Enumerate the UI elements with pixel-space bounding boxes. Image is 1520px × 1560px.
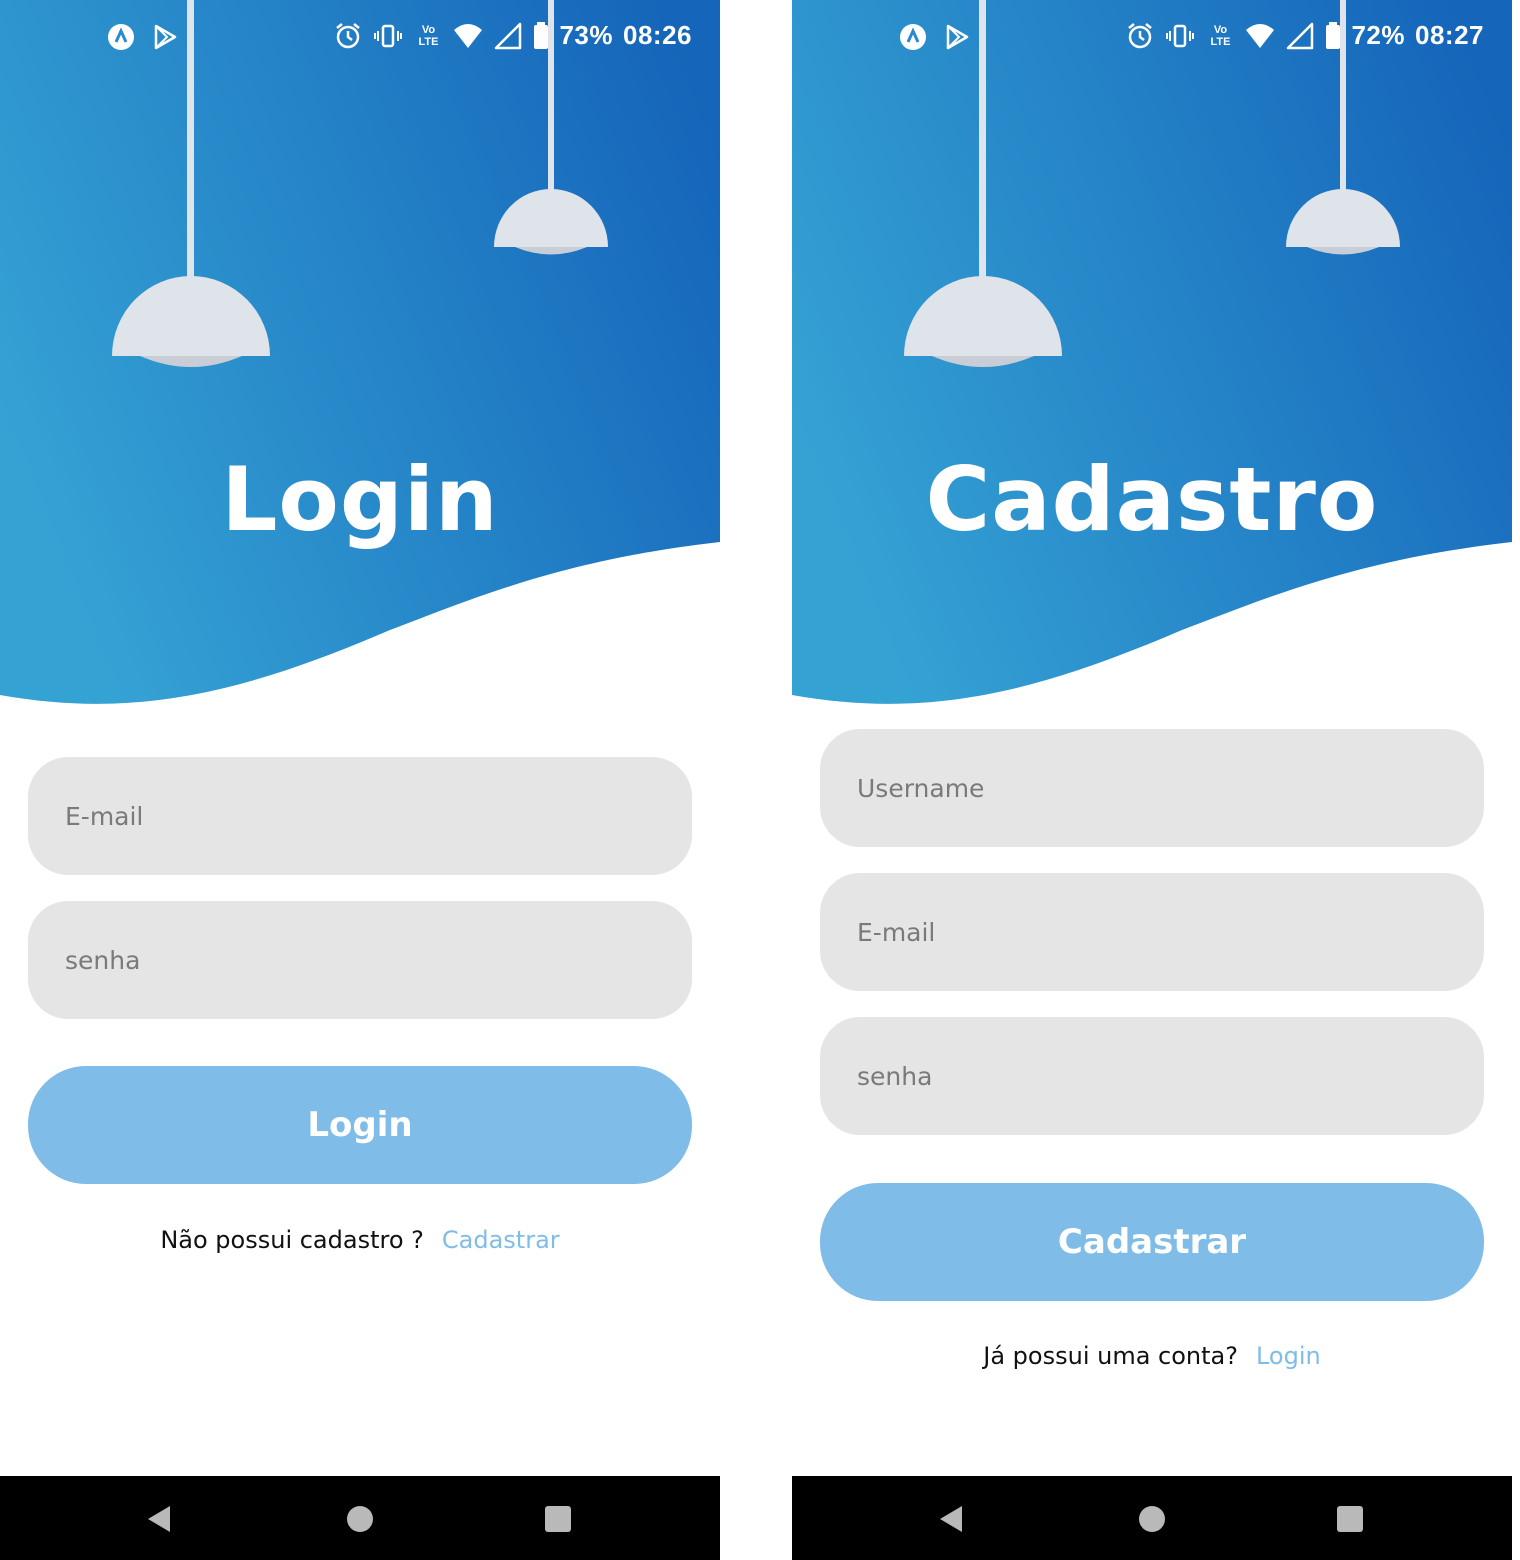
- hero-background: [792, 0, 1512, 704]
- login-prompt-text: Já possui uma conta?: [983, 1342, 1238, 1370]
- home-icon[interactable]: [1135, 1502, 1169, 1536]
- app-a-icon: [900, 24, 926, 50]
- signal-icon: [495, 22, 522, 49]
- battery-percentage: 72%: [1351, 20, 1405, 50]
- password-field[interactable]: [28, 900, 692, 1020]
- hero-background: [0, 0, 720, 704]
- volte-icon: Vo LTE: [1210, 23, 1231, 48]
- back-icon[interactable]: [142, 1502, 176, 1536]
- volte-icon: Vo LTE: [418, 23, 439, 48]
- back-icon[interactable]: [934, 1502, 968, 1536]
- play-store-icon: [154, 24, 177, 50]
- register-screen: VoLTE 72% 08:27 Cadastro Cadastrar Já po…: [792, 0, 1512, 1560]
- email-field[interactable]: [820, 872, 1484, 992]
- email-field[interactable]: [28, 756, 692, 876]
- navigation-bar: [0, 1476, 720, 1560]
- clock: 08:26: [623, 20, 692, 50]
- alarm-icon: [1128, 22, 1153, 48]
- login-link[interactable]: Login: [1256, 1342, 1321, 1370]
- recents-icon[interactable]: [1333, 1502, 1367, 1536]
- username-input[interactable]: [855, 728, 1484, 848]
- recents-icon[interactable]: [541, 1502, 575, 1536]
- signup-prompt-text: Não possui cadastro ?: [160, 1226, 424, 1254]
- play-store-icon: [946, 24, 969, 50]
- home-icon[interactable]: [343, 1502, 377, 1536]
- email-input[interactable]: [63, 756, 692, 876]
- password-field[interactable]: [820, 1016, 1484, 1136]
- page-title: Cadastro: [925, 448, 1379, 551]
- vibrate-icon: [374, 24, 403, 47]
- password-input[interactable]: [63, 900, 692, 1020]
- vibrate-icon: [1166, 24, 1195, 47]
- wifi-icon: [454, 23, 483, 48]
- login-screen: VoLTE 73% 08:26 Login Login Não possui c…: [0, 0, 720, 1560]
- app-a-icon: [108, 24, 134, 50]
- email-input[interactable]: [855, 872, 1484, 992]
- register-button[interactable]: Cadastrar: [820, 1183, 1484, 1301]
- battery-icon: [534, 21, 549, 49]
- battery-percentage: 73%: [559, 20, 613, 50]
- wifi-icon: [1246, 23, 1275, 48]
- status-bar: Vo LTE 72% 08:27: [792, 0, 1512, 72]
- navigation-bar: [792, 1476, 1512, 1560]
- login-prompt: Já possui uma conta? Login: [792, 1342, 1512, 1370]
- signal-icon: [1287, 22, 1314, 49]
- page-title: Login: [221, 448, 499, 551]
- login-button[interactable]: Login: [28, 1066, 692, 1184]
- signup-link[interactable]: Cadastrar: [442, 1226, 560, 1254]
- signup-prompt: Não possui cadastro ? Cadastrar: [0, 1226, 720, 1254]
- alarm-icon: [336, 22, 361, 48]
- status-bar: Vo LTE 73% 08:26: [0, 0, 720, 72]
- password-input[interactable]: [855, 1016, 1484, 1136]
- battery-icon: [1326, 21, 1341, 49]
- clock: 08:27: [1415, 20, 1484, 50]
- username-field[interactable]: [820, 728, 1484, 848]
